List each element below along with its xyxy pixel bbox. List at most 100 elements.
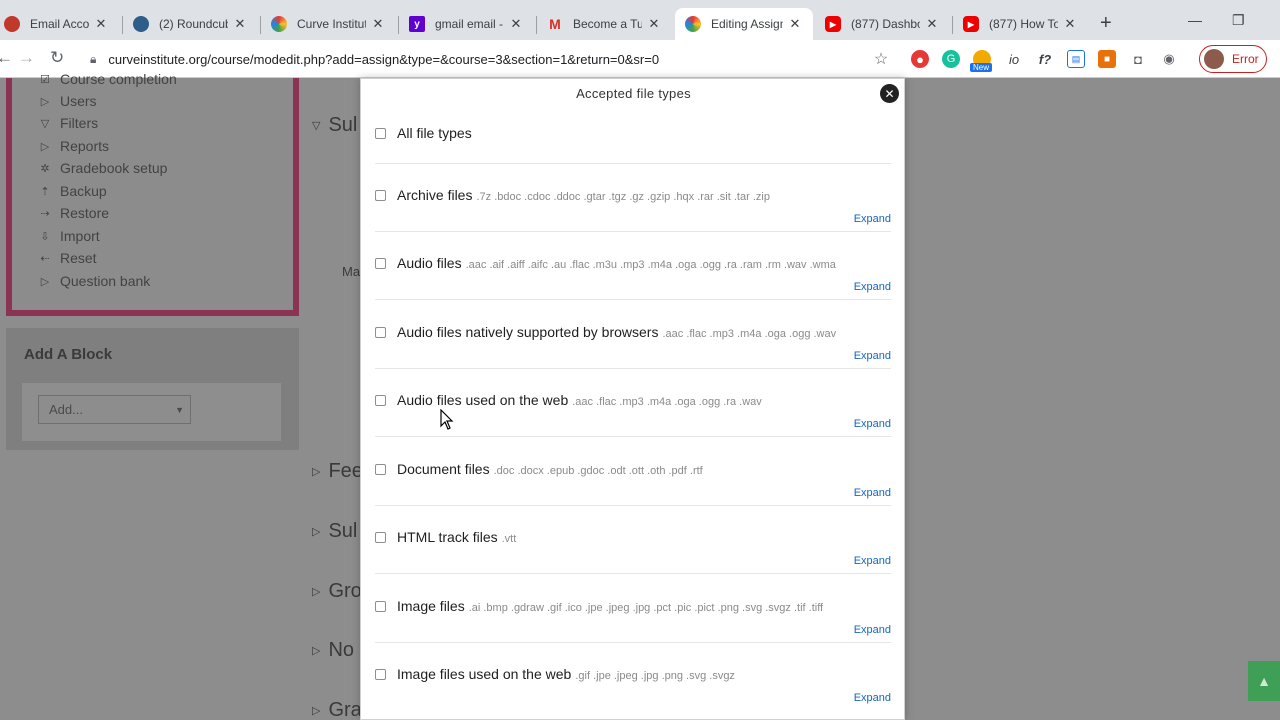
browser-toolbar: ← → ↻ 🔒︎ curveinstitute.org/course/moded… <box>0 40 1280 78</box>
expand-link[interactable]: Expand <box>854 350 891 362</box>
section-header[interactable]: ▷ No <box>312 639 354 662</box>
section-header[interactable]: ▷ Gra <box>312 699 362 720</box>
expand-link[interactable]: Expand <box>854 692 891 704</box>
camera-icon[interactable]: ◘ <box>1129 50 1147 68</box>
yahoo-icon: y <box>409 16 425 32</box>
checkbox[interactable] <box>375 601 386 612</box>
sidebar-item-reset[interactable]: ⇠ Reset <box>38 250 96 266</box>
backup-icon: ⇡ <box>40 185 50 198</box>
divider <box>375 573 891 574</box>
sidebar-item-reports[interactable]: ▷ Reports <box>38 138 109 154</box>
expand-link[interactable]: Expand <box>854 418 891 430</box>
chevron-right-icon: ▷ <box>312 705 321 717</box>
browser-tab[interactable]: ▶ (877) How To ✕ <box>953 8 1088 40</box>
form-label-fragment: Ma <box>342 264 361 279</box>
extension-fx-icon[interactable]: f? <box>1036 50 1054 68</box>
divider <box>375 163 891 164</box>
new-tab-button[interactable]: + <box>1100 12 1112 35</box>
close-tab-icon[interactable]: ✕ <box>232 16 248 32</box>
close-tab-icon[interactable]: ✕ <box>646 16 662 32</box>
chevron-right-icon: ▷ <box>40 95 50 108</box>
close-icon[interactable]: ✕ <box>880 84 899 103</box>
close-tab-icon[interactable]: ✕ <box>508 16 524 32</box>
gear-icon: ✲ <box>40 162 50 175</box>
avatar <box>1204 49 1224 69</box>
add-block-panel: Add A Block Add... ▼ <box>6 328 299 450</box>
filter-icon: ▽ <box>40 117 50 130</box>
divider <box>375 436 891 437</box>
checkbox[interactable] <box>375 532 386 543</box>
chevron-right-icon: ▷ <box>40 140 50 153</box>
section-header[interactable]: ▷ Sul <box>312 520 357 543</box>
checkbox[interactable] <box>375 128 386 139</box>
extension-ghost-icon[interactable]: ◉ <box>1160 50 1178 68</box>
extension-grid-icon[interactable]: ▤ <box>1067 50 1085 68</box>
sidebar-item-users[interactable]: ▷ Users <box>38 93 97 109</box>
browser-tab[interactable]: M Become a Tuto ✕ <box>537 8 672 40</box>
add-block-select[interactable]: Add... ▼ <box>38 395 191 424</box>
sidebar-item-restore[interactable]: ⇢ Restore <box>38 205 109 221</box>
scroll-to-top-button[interactable]: ▲ <box>1248 661 1280 701</box>
close-tab-icon[interactable]: ✕ <box>370 16 386 32</box>
profile-error-button[interactable]: Error <box>1199 45 1267 73</box>
close-tab-icon[interactable]: ✕ <box>93 16 109 32</box>
expand-link[interactable]: Expand <box>854 624 891 636</box>
add-block-inner: Add... ▼ <box>22 383 281 441</box>
minimize-icon[interactable]: — <box>1188 12 1202 28</box>
section-header[interactable]: ▷ Fee <box>312 460 363 483</box>
browser-tab[interactable]: Curve Institute ✕ <box>261 8 396 40</box>
browser-tab-active[interactable]: Editing Assign ✕ <box>675 8 813 40</box>
lock-icon: 🔒︎ <box>90 51 97 66</box>
back-icon[interactable]: ← <box>0 48 13 68</box>
restore-icon: ⇢ <box>40 207 50 220</box>
section-header[interactable]: ▷ Gro <box>312 580 362 603</box>
browser-tab[interactable]: (2) Roundcube ✕ <box>123 8 258 40</box>
expand-link[interactable]: Expand <box>854 555 891 567</box>
grammarly-icon[interactable]: G <box>942 50 960 68</box>
close-tab-icon[interactable]: ✕ <box>787 16 803 32</box>
chevron-right-icon: ▷ <box>40 275 50 288</box>
bookmark-star-icon[interactable]: ☆ <box>872 50 890 68</box>
dialog-title: Accepted file types <box>576 85 691 101</box>
sidebar-item-filters[interactable]: ▽ Filters <box>38 115 98 131</box>
divider <box>375 368 891 369</box>
curve-icon <box>685 16 701 32</box>
checkbox[interactable] <box>375 669 386 680</box>
divider <box>375 505 891 506</box>
expand-link[interactable]: Expand <box>854 281 891 293</box>
sidebar-item-course-completion[interactable]: ☑ Course completion <box>38 71 177 87</box>
youtube-icon: ▶ <box>963 16 979 32</box>
forward-icon[interactable]: → <box>18 48 35 68</box>
extension-io-icon[interactable]: io <box>1005 50 1023 68</box>
checkbox[interactable] <box>375 395 386 406</box>
new-badge: New <box>970 63 993 72</box>
chevron-down-icon: ▽ <box>312 120 321 132</box>
checkbox[interactable] <box>375 190 386 201</box>
checkbox[interactable] <box>375 258 386 269</box>
expand-link[interactable]: Expand <box>854 213 891 225</box>
browser-tab[interactable]: ▶ (877) Dashboa ✕ <box>815 8 950 40</box>
section-header[interactable]: ▽ Sul <box>312 114 357 137</box>
browser-tab[interactable]: Email Account ✕ <box>0 8 119 40</box>
email-icon <box>4 16 20 32</box>
close-tab-icon[interactable]: ✕ <box>1062 16 1078 32</box>
chevron-right-icon: ▷ <box>312 526 321 538</box>
expand-link[interactable]: Expand <box>854 487 891 499</box>
checkbox[interactable] <box>375 464 386 475</box>
browser-tab[interactable]: y gmail email - Y ✕ <box>399 8 534 40</box>
mouse-cursor-icon <box>440 409 454 430</box>
reload-icon[interactable]: ↻ <box>50 48 64 68</box>
sidebar-item-gradebook-setup[interactable]: ✲ Gradebook setup <box>38 160 167 176</box>
close-tab-icon[interactable]: ✕ <box>924 16 940 32</box>
sidebar-item-question-bank[interactable]: ▷ Question bank <box>38 273 151 289</box>
sidebar-item-backup[interactable]: ⇡ Backup <box>38 183 106 199</box>
extension-orange-icon[interactable]: ■ <box>1098 50 1116 68</box>
sidebar-item-import[interactable]: ⇩ Import <box>38 228 99 244</box>
add-block-title: Add A Block <box>24 346 113 363</box>
extension-red-icon[interactable]: ● <box>911 50 929 68</box>
accepted-file-types-dialog: Accepted file types ✕ All file types Arc… <box>360 78 905 720</box>
restore-window-icon[interactable]: ❐ <box>1232 12 1245 29</box>
checkbox[interactable] <box>375 327 386 338</box>
address-bar[interactable]: 🔒︎ curveinstitute.org/course/modedit.php… <box>80 44 900 74</box>
chevron-right-icon: ▷ <box>312 586 321 598</box>
